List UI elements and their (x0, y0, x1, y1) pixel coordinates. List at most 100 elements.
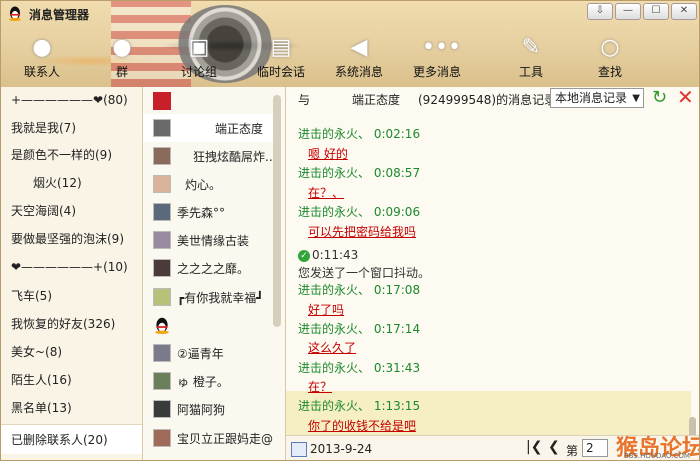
contact-name: 阿猫阿狗 (177, 402, 226, 417)
contact-item[interactable]: 之之之之靡。 (143, 254, 273, 282)
avatar (153, 119, 171, 137)
refresh-icon[interactable]: ↻ (652, 88, 667, 108)
skin-button[interactable]: ⇩ (587, 3, 613, 20)
group-item[interactable]: 要做最坚强的泡沫(9) (1, 226, 142, 252)
qq-penguin-icon (155, 317, 169, 334)
tab-more-messages[interactable]: ••• 更多消息 (402, 35, 472, 80)
search-icon: ○ (600, 35, 620, 60)
group-item[interactable]: 美女~(8) (1, 339, 142, 365)
contact-item[interactable]: ゅ 橙子。 (143, 367, 273, 395)
watermark-url: BBS.HOUDAO.COM (624, 452, 690, 460)
contact-name: 狂拽炫酷屌炸... (193, 149, 273, 164)
message-meta: 进击的永火、 1:13:15 (298, 399, 421, 413)
contact-item[interactable]: 美世情缘古装 (143, 226, 273, 254)
record-header-with: 与 (298, 93, 311, 107)
close-button[interactable]: ✕ (671, 3, 697, 20)
group-item-deleted-contacts[interactable]: 已删除联系人(20) (1, 424, 142, 454)
record-source-select[interactable]: 本地消息记录 ▼ (550, 88, 644, 108)
avatar (153, 429, 171, 447)
header-banner: 消息管理器 ⇩ — ☐ ✕ ● 联系人 ● 群 ▣ 讨论组 ▤ 临时会话 ◀ 系… (1, 1, 699, 87)
message-list: 进击的永火、 0:02:16 嗯 好的 进击的永火、 0:08:57 在？、 进… (286, 113, 696, 443)
discussion-icon: ▣ (188, 35, 210, 60)
record-header-name: 端正态度 (352, 93, 401, 107)
tab-more-messages-label: 更多消息 (412, 65, 461, 79)
contact-item[interactable] (143, 311, 273, 339)
tab-discussions-label: 讨论组 (180, 65, 217, 79)
group-item[interactable]: 是颜色不一样的(9) (1, 142, 142, 168)
page-input[interactable]: 2 (582, 439, 608, 457)
avatar (153, 147, 171, 165)
contact-item[interactable]: 狂拽炫酷屌炸... (143, 142, 273, 170)
contact-item[interactable]: 季先森°° (143, 198, 273, 226)
message-meta: 进击的永火、 0:08:57 (298, 166, 421, 180)
message-text: 嗯 好的 (308, 147, 348, 161)
group-item[interactable]: 我恢复的好友(326) (1, 311, 142, 337)
contact-name: ②逼青年 (177, 346, 224, 361)
title-bar: 消息管理器 ⇩ — ☐ ✕ (1, 1, 699, 25)
group-item[interactable]: 天空海阔(4) (1, 198, 142, 224)
contact-name: 之之之之靡。 (177, 261, 250, 276)
contact-item[interactable]: ②逼青年 (143, 339, 273, 367)
message-text: 好了吗 (308, 303, 345, 317)
group-item[interactable]: +——————❤(80) (1, 87, 142, 113)
group-icon: ● (112, 35, 132, 60)
contact-item[interactable]: ┏有你我就幸福┛ (143, 283, 273, 311)
heart-avatar-icon (153, 92, 171, 110)
tab-discussions[interactable]: ▣ 讨论组 (164, 35, 234, 80)
avatar (153, 288, 171, 306)
contact-item-selected[interactable]: 端正态度 (143, 114, 273, 142)
first-page-button[interactable]: |❮ (526, 439, 542, 455)
tab-temp-chat-label: 临时会话 (256, 65, 305, 79)
more-icon: ••• (422, 35, 461, 60)
minimize-button[interactable]: — (615, 3, 641, 20)
tab-groups[interactable]: ● 群 (87, 35, 157, 80)
message-meta: 进击的永火、 0:09:06 (298, 205, 421, 219)
main-toolbar: ● 联系人 ● 群 ▣ 讨论组 ▤ 临时会话 ◀ 系统消息 ••• 更多消息 ✎… (1, 35, 699, 85)
tools-button[interactable]: ✎ 工具 (496, 35, 566, 80)
chevron-down-icon: ▼ (632, 93, 640, 104)
window-controls: ⇩ — ☐ ✕ (587, 3, 697, 20)
contact-name: 美世情缘古装 (177, 233, 250, 248)
message-text: 在？ (308, 380, 333, 394)
group-item[interactable]: 烟火(12) (1, 170, 142, 196)
calendar-icon[interactable] (291, 442, 307, 457)
message-manager-window: 消息管理器 ⇩ — ☐ ✕ ● 联系人 ● 群 ▣ 讨论组 ▤ 临时会话 ◀ 系… (0, 0, 700, 461)
group-item[interactable]: 黑名单(13) (1, 395, 142, 421)
contact-item[interactable]: 阿猫阿狗 (143, 395, 273, 423)
contact-name: ┏有你我就幸福┛ (177, 290, 264, 305)
search-button[interactable]: ○ 查找 (575, 35, 645, 80)
group-item[interactable]: 飞车(5) (1, 283, 142, 309)
contact-item[interactable]: 宝贝立正跟妈走@ (143, 424, 273, 452)
contact-list: 端正态度 狂拽炫酷屌炸... 灼心。 季先森°° 美世情缘古装 之之之之靡。 ┏… (143, 87, 286, 460)
tab-contacts-label: 联系人 (23, 65, 60, 79)
tab-temp-chat[interactable]: ▤ 临时会话 (246, 35, 316, 80)
avatar (153, 259, 171, 277)
tab-system-messages-label: 系统消息 (334, 65, 383, 79)
contact-list-scrollbar[interactable] (273, 95, 281, 327)
group-item[interactable]: 陌生人(16) (1, 367, 142, 393)
group-item[interactable]: 我就是我(7) (1, 115, 142, 141)
message-text: 你了的收钱不给是吧 (308, 419, 417, 433)
message-meta: 进击的永火、 0:02:16 (298, 127, 421, 141)
close-icon[interactable]: ✕ (677, 87, 694, 107)
contact-item[interactable]: 灼心。 (143, 170, 273, 198)
app-title: 消息管理器 (29, 8, 90, 22)
group-item[interactable]: ❤——————+(10) (1, 254, 142, 280)
user-icon: ● (32, 35, 52, 60)
prev-page-button[interactable]: ❮ (548, 439, 560, 455)
message-meta: 进击的永火、 0:17:14 (298, 322, 421, 336)
page-label: 第 (566, 444, 579, 458)
message-meta-system: ✓ 0:11:43 (298, 248, 358, 262)
message-time: 0:11:43 (312, 248, 359, 262)
contact-item[interactable] (143, 87, 273, 115)
tab-system-messages[interactable]: ◀ 系统消息 (324, 35, 394, 80)
record-source-value: 本地消息记录 (555, 91, 628, 105)
wrench-icon: ✎ (521, 35, 541, 60)
record-date[interactable]: 2013-9-24 (310, 442, 372, 456)
tab-contacts[interactable]: ● 联系人 (7, 35, 77, 80)
contact-name: 端正态度 (215, 121, 264, 136)
message-meta: 进击的永火、 0:31:43 (298, 361, 421, 375)
message-meta: 进击的永火、 0:17:08 (298, 283, 421, 297)
message-text-system: 您发送了一个窗口抖动。 (298, 266, 431, 280)
maximize-button[interactable]: ☐ (643, 3, 669, 20)
